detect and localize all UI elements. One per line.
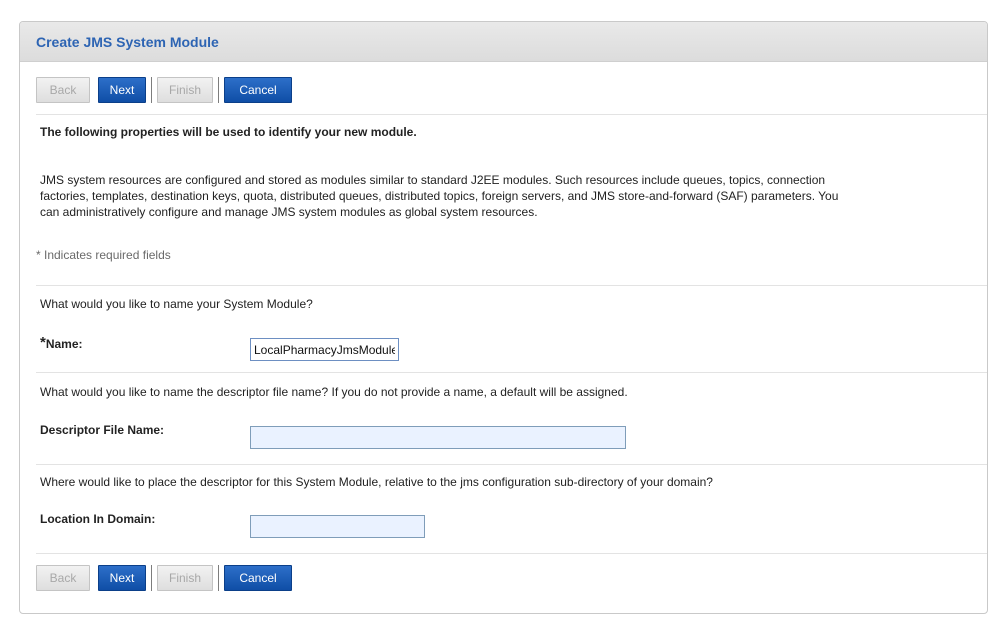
top-button-bar: Back Next Finish Cancel [36,77,292,103]
create-module-panel: Create JMS System Module Back Next Finis… [19,21,988,614]
next-button[interactable]: Next [98,77,146,103]
back-button[interactable]: Back [36,77,90,103]
button-separator [151,565,152,591]
name-input[interactable] [250,338,399,361]
name-label-text: Name: [45,337,83,351]
location-label: Location In Domain: [40,512,156,526]
divider [36,285,987,286]
divider [36,464,987,465]
cancel-button[interactable]: Cancel [224,77,292,103]
divider [36,372,987,373]
bottom-button-bar: Back Next Finish Cancel [36,565,292,591]
descriptor-label: Descriptor File Name: [40,423,165,437]
cancel-button[interactable]: Cancel [224,565,292,591]
name-label: *Name: [40,335,83,352]
location-question: Where would like to place the descriptor… [40,475,713,489]
description-line-2: factories, templates, destination keys, … [40,189,839,203]
required-fields-note: * Indicates required fields [36,248,171,262]
next-button[interactable]: Next [98,565,146,591]
divider [36,553,987,554]
divider [36,114,987,115]
location-in-domain-input[interactable] [250,515,425,538]
finish-button[interactable]: Finish [157,77,213,103]
intro-heading: The following properties will be used to… [40,125,417,139]
back-button[interactable]: Back [36,565,90,591]
button-separator [218,77,219,103]
descriptor-file-name-input[interactable] [250,426,626,449]
button-separator [218,565,219,591]
panel-header: Create JMS System Module [20,22,987,62]
description-line-3: can administratively configure and manag… [40,205,538,219]
panel-title: Create JMS System Module [36,33,219,50]
name-question: What would you like to name your System … [40,297,313,311]
finish-button[interactable]: Finish [157,565,213,591]
button-separator [151,77,152,103]
description-line-1: JMS system resources are configured and … [40,173,826,187]
descriptor-question: What would you like to name the descript… [40,385,628,399]
